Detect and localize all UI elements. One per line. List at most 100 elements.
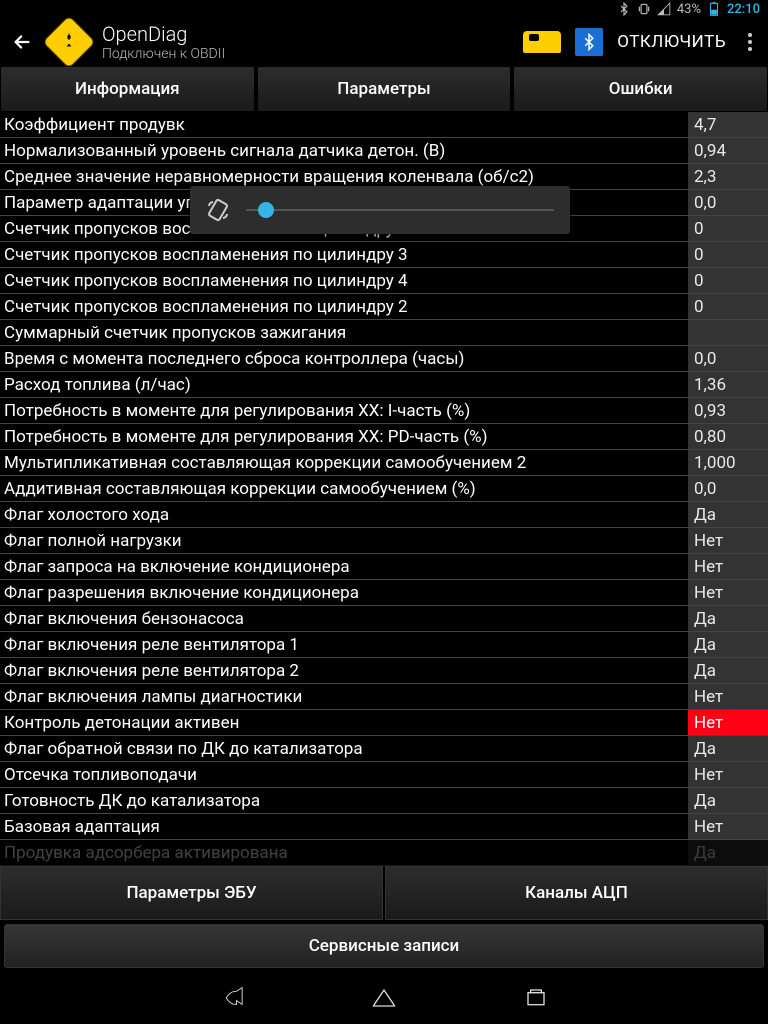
param-value: Нет: [688, 528, 768, 553]
param-label: Отсечка топливоподачи: [0, 765, 688, 785]
param-value: Нет: [688, 814, 768, 839]
param-value: Нет: [688, 554, 768, 579]
param-value: Да: [688, 788, 768, 813]
param-row[interactable]: Время с момента последнего сброса контро…: [0, 346, 768, 372]
param-label: Счетчик пропусков воспламенения по цилин…: [0, 245, 688, 265]
param-value: [688, 320, 768, 345]
param-label: Флаг обратной связи по ДК до катализатор…: [0, 739, 688, 759]
param-value: Да: [688, 840, 768, 865]
param-label: Счетчик пропусков воспламенения по цилин…: [0, 297, 688, 317]
param-row[interactable]: Флаг разрешения включение кондиционераНе…: [0, 580, 768, 606]
param-row[interactable]: Коэффициент продувк4,7: [0, 112, 768, 138]
tab-ecu-params[interactable]: Параметры ЭБУ: [0, 866, 383, 920]
nav-back-button[interactable]: [216, 982, 248, 1014]
param-row[interactable]: Флаг полной нагрузкиНет: [0, 528, 768, 554]
param-label: Аддитивная составляющая коррекции самооб…: [0, 479, 688, 499]
auto-rotate-icon: [206, 198, 230, 222]
param-label: Флаг включения бензонасоса: [0, 609, 688, 629]
bluetooth-icon: [580, 33, 598, 51]
param-label: Флаг полной нагрузки: [0, 531, 688, 551]
param-label: Флаг запроса на включение кондиционера: [0, 557, 688, 577]
brightness-slider[interactable]: [246, 209, 554, 211]
param-value: 0: [688, 216, 768, 241]
param-label: Базовая адаптация: [0, 817, 688, 837]
param-value: Да: [688, 606, 768, 631]
param-label: Флаг включения реле вентилятора 2: [0, 661, 688, 681]
param-value: Да: [688, 632, 768, 657]
param-label: Флаг включения реле вентилятора 1: [0, 635, 688, 655]
param-row[interactable]: Продувка адсорбера активированаДа: [0, 840, 768, 866]
param-label: Готовность ДК до катализатора: [0, 791, 688, 811]
param-value: 2,3: [688, 164, 768, 189]
param-row[interactable]: Счетчик пропусков воспламенения по цилин…: [0, 242, 768, 268]
param-row[interactable]: Мультипликативная составляющая коррекции…: [0, 450, 768, 476]
action-bar: OpenDiag Подключен к OBDII ОТКЛЮЧИТЬ: [0, 18, 768, 66]
param-row[interactable]: Контроль детонации активенНет: [0, 710, 768, 736]
param-row[interactable]: Флаг запроса на включение кондиционераНе…: [0, 554, 768, 580]
overflow-menu-button[interactable]: [740, 33, 760, 51]
param-row[interactable]: Флаг обратной связи по ДК до катализатор…: [0, 736, 768, 762]
param-row[interactable]: Нормализованный уровень сигнала датчика …: [0, 138, 768, 164]
param-label: Флаг холостого хода: [0, 505, 688, 525]
back-button[interactable]: [8, 31, 36, 53]
param-label: Суммарный счетчик пропусков зажигания: [0, 323, 688, 343]
param-value: Да: [688, 658, 768, 683]
battery-icon: [707, 2, 721, 16]
param-row[interactable]: Готовность ДК до катализатораДа: [0, 788, 768, 814]
param-row[interactable]: Аддитивная составляющая коррекции самооб…: [0, 476, 768, 502]
tab-params[interactable]: Параметры: [257, 66, 512, 112]
app-logo-icon: [42, 15, 96, 69]
param-value: 0,93: [688, 398, 768, 423]
param-value: Нет: [688, 762, 768, 787]
car-icon: [523, 31, 561, 53]
param-row[interactable]: Счетчик пропусков воспламенения по цилин…: [0, 268, 768, 294]
param-value: 0,0: [688, 346, 768, 371]
param-value: Нет: [688, 710, 768, 735]
param-value: Да: [688, 736, 768, 761]
service-records-button[interactable]: Сервисные записи: [4, 924, 764, 968]
param-label: Контроль детонации активен: [0, 713, 688, 733]
tab-adc-channels[interactable]: Каналы АЦП: [385, 866, 768, 920]
tab-errors[interactable]: Ошибки: [513, 66, 768, 112]
param-label: Потребность в моменте для регулирования …: [0, 401, 688, 421]
param-label: Нормализованный уровень сигнала датчика …: [0, 141, 688, 161]
nav-recent-button[interactable]: [520, 982, 552, 1014]
param-row[interactable]: Отсечка топливоподачиНет: [0, 762, 768, 788]
android-nav-bar: [0, 972, 768, 1024]
top-tabs: Информация Параметры Ошибки: [0, 66, 768, 112]
param-row[interactable]: Счетчик пропусков воспламенения по цилин…: [0, 294, 768, 320]
signal-icon: [657, 2, 671, 16]
param-row[interactable]: Суммарный счетчик пропусков зажигания: [0, 320, 768, 346]
slider-thumb[interactable]: [258, 202, 274, 218]
param-row[interactable]: Флаг включения реле вентилятора 1Да: [0, 632, 768, 658]
nav-home-button[interactable]: [368, 982, 400, 1014]
param-label: Среднее значение неравномерности вращени…: [0, 167, 688, 187]
param-value: Да: [688, 502, 768, 527]
vibrate-status-icon: [637, 2, 651, 16]
param-row[interactable]: Флаг холостого ходаДа: [0, 502, 768, 528]
param-row[interactable]: Флаг включения бензонасосаДа: [0, 606, 768, 632]
param-label: Время с момента последнего сброса контро…: [0, 349, 688, 369]
clock-text: 22:10: [727, 2, 760, 17]
param-row[interactable]: Расход топлива (л/час)1,36: [0, 372, 768, 398]
param-row[interactable]: Флаг включения лампы диагностикиНет: [0, 684, 768, 710]
param-value: 0,94: [688, 138, 768, 163]
param-row[interactable]: Потребность в моменте для регулирования …: [0, 424, 768, 450]
param-row[interactable]: Базовая адаптацияНет: [0, 814, 768, 840]
tab-info[interactable]: Информация: [0, 66, 255, 112]
param-value: 1,36: [688, 372, 768, 397]
param-value: 0,0: [688, 190, 768, 215]
bluetooth-button[interactable]: [575, 28, 603, 56]
param-row[interactable]: Флаг включения реле вентилятора 2Да: [0, 658, 768, 684]
brightness-overlay[interactable]: [190, 186, 570, 234]
param-label: Расход топлива (л/час): [0, 375, 688, 395]
param-label: Потребность в моменте для регулирования …: [0, 427, 688, 447]
disconnect-button[interactable]: ОТКЛЮЧИТЬ: [617, 32, 726, 52]
param-value: 0,0: [688, 476, 768, 501]
param-value: 0: [688, 268, 768, 293]
param-value: 1,000: [688, 450, 768, 475]
param-label: Продувка адсорбера активирована: [0, 843, 688, 863]
status-bar: 43% 22:10: [0, 0, 768, 18]
param-row[interactable]: Потребность в моменте для регулирования …: [0, 398, 768, 424]
param-label: Флаг разрешения включение кондиционера: [0, 583, 688, 603]
